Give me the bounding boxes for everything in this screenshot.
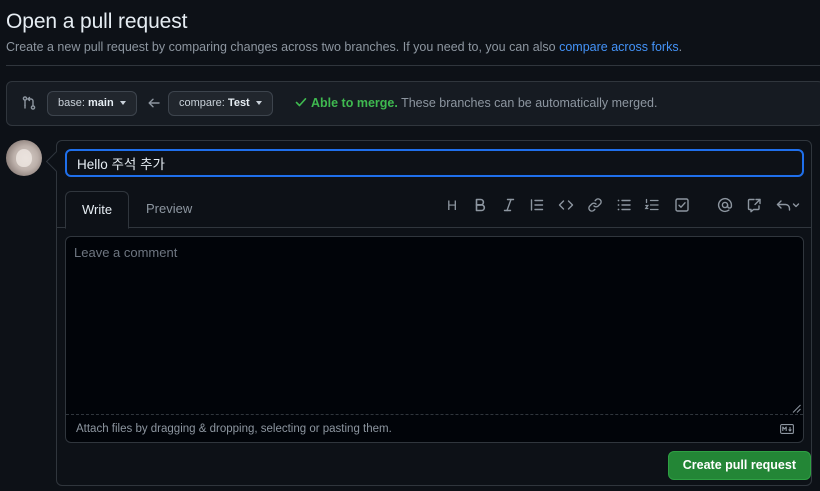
cross-reference-icon[interactable] <box>746 197 762 213</box>
page-subtitle: Create a new pull request by comparing c… <box>6 40 682 54</box>
compare-label: compare: <box>179 97 225 109</box>
mention-icon[interactable] <box>717 197 733 213</box>
avatar[interactable] <box>6 140 42 176</box>
base-branch-button[interactable]: base: main <box>47 91 137 116</box>
markdown-toolbar: H <box>57 197 811 215</box>
unordered-list-icon[interactable] <box>616 197 632 213</box>
heading-icon[interactable]: H <box>444 197 460 213</box>
resize-grip-icon[interactable] <box>792 404 801 413</box>
comment-textarea[interactable] <box>66 237 803 415</box>
compare-caret-icon <box>255 100 262 105</box>
arrow-left-icon <box>148 98 160 108</box>
create-pull-request-button[interactable]: Create pull request <box>667 451 811 480</box>
subtitle-end: . <box>678 40 683 54</box>
quote-icon[interactable] <box>529 197 545 213</box>
task-list-icon[interactable] <box>674 197 690 213</box>
compare-icon <box>22 96 36 110</box>
compare-branch-name: Test <box>227 97 250 109</box>
base-caret-icon <box>119 100 126 105</box>
subtitle-text: Create a new pull request by comparing c… <box>6 40 556 54</box>
branch-range-box: base: main compare: Test Able to merge. … <box>6 81 820 126</box>
ordered-list-icon[interactable] <box>644 197 660 213</box>
base-label: base: <box>58 97 85 109</box>
merge-status-message: These branches can be automatically merg… <box>401 96 658 110</box>
link-icon[interactable] <box>587 197 603 213</box>
bold-icon[interactable] <box>472 197 488 213</box>
pr-title-input[interactable] <box>65 149 804 177</box>
page-title: Open a pull request <box>6 10 188 33</box>
saved-reply-icon[interactable] <box>775 197 801 213</box>
markdown-icon <box>780 424 794 434</box>
italic-icon[interactable] <box>501 197 517 213</box>
merge-status: Able to merge. These branches can be aut… <box>295 96 657 110</box>
base-branch-name: main <box>87 97 114 109</box>
pull-request-form: Write Preview H <box>56 140 812 486</box>
header-divider <box>6 65 820 66</box>
comment-box: Attach files by dragging & dropping, sel… <box>65 236 804 443</box>
compare-branch-button[interactable]: compare: Test <box>168 91 273 116</box>
page: Open a pull request Create a new pull re… <box>0 0 820 491</box>
attach-files-hint[interactable]: Attach files by dragging & dropping, sel… <box>76 423 392 435</box>
compare-forks-link[interactable]: compare across forks <box>559 40 678 54</box>
check-icon <box>295 98 307 107</box>
merge-status-label: Able to merge. <box>311 96 398 110</box>
code-icon[interactable] <box>558 197 574 213</box>
